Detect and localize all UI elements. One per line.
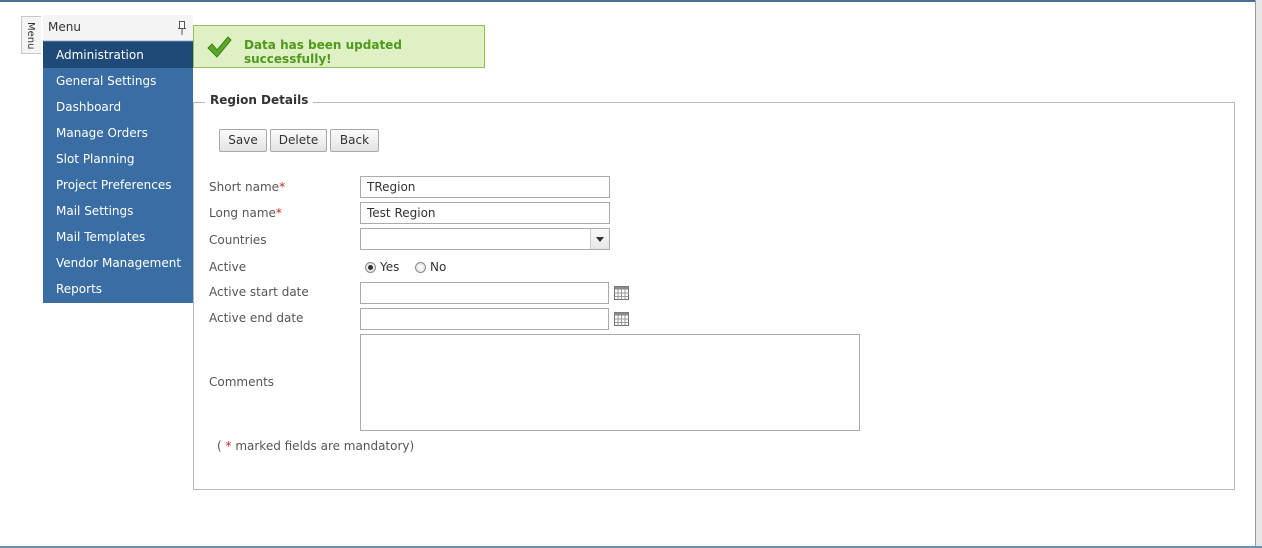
menu-item-slot-planning[interactable]: Slot Planning — [43, 146, 193, 172]
active-end-date-label: Active end date — [209, 311, 304, 325]
back-button[interactable]: Back — [330, 129, 379, 152]
menu-item-project-preferences[interactable]: Project Preferences — [43, 172, 193, 198]
check-icon — [207, 36, 232, 58]
required-mark: * — [279, 180, 286, 194]
success-message: Data has been updated successfully! — [244, 38, 402, 66]
window-top-border — [0, 0, 1262, 2]
active-yes-radio[interactable] — [365, 262, 376, 273]
region-details-fieldset — [193, 102, 1235, 490]
menu-item-reports[interactable]: Reports — [43, 276, 193, 302]
chevron-down-icon[interactable] — [590, 229, 609, 249]
long-name-input[interactable]: Test Region — [360, 202, 610, 224]
menu-item-mail-templates[interactable]: Mail Templates — [43, 224, 193, 250]
countries-select[interactable] — [360, 228, 610, 250]
active-no-label[interactable]: No — [430, 260, 446, 274]
menu-item-general-settings[interactable]: General Settings — [43, 68, 193, 94]
short-name-input[interactable]: TRegion — [360, 176, 610, 198]
active-no-radio[interactable] — [415, 262, 426, 273]
fieldset-legend: Region Details — [205, 93, 314, 107]
save-button[interactable]: Save — [219, 129, 267, 152]
active-start-date-label: Active start date — [209, 285, 309, 299]
menu-item-mail-settings[interactable]: Mail Settings — [43, 198, 193, 224]
menu-item-manage-orders[interactable]: Manage Orders — [43, 120, 193, 146]
calendar-icon[interactable] — [614, 286, 629, 300]
calendar-icon[interactable] — [614, 312, 629, 326]
active-start-date-input[interactable] — [360, 282, 609, 304]
menu-panel: Menu Administration General Settings Das… — [43, 15, 193, 303]
delete-button[interactable]: Delete — [270, 129, 327, 152]
comments-label: Comments — [209, 375, 275, 389]
countries-label: Countries — [209, 233, 267, 247]
menu-toggle-tab[interactable]: Menu — [21, 16, 41, 54]
menu-item-administration[interactable]: Administration — [43, 42, 193, 68]
active-label: Active — [209, 260, 247, 274]
mandatory-note: ( * marked fields are mandatory) — [217, 439, 415, 453]
short-name-label: Short name* — [209, 180, 286, 194]
menu-item-dashboard[interactable]: Dashboard — [43, 94, 193, 120]
active-end-date-input[interactable] — [360, 308, 609, 330]
required-mark: * — [275, 206, 282, 220]
menu-header: Menu — [43, 15, 193, 41]
menu-tab-label: Menu — [25, 22, 36, 50]
comments-textarea[interactable] — [360, 334, 860, 431]
window-scrollbar-edge — [1255, 0, 1262, 548]
success-notification: Data has been updated successfully! — [193, 25, 485, 68]
menu-header-title: Menu — [48, 20, 81, 34]
long-name-label: Long name* — [209, 206, 282, 220]
active-yes-label[interactable]: Yes — [380, 260, 399, 274]
menu-item-vendor-management[interactable]: Vendor Management — [43, 250, 193, 276]
pin-icon[interactable] — [177, 21, 187, 35]
